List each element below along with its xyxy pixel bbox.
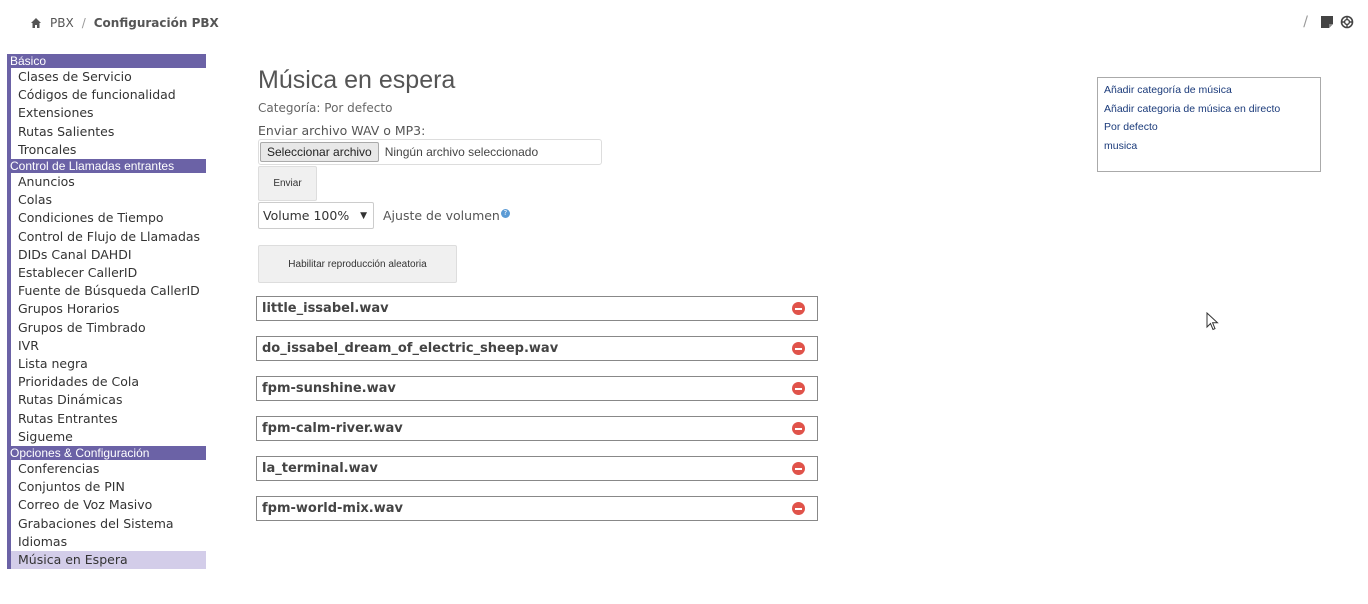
- dropdown-arrow-icon: ▼: [360, 210, 367, 221]
- category-label: Categoría: Por defecto: [258, 101, 393, 115]
- top-bar: PBX / Configuración PBX /: [0, 0, 1368, 48]
- delete-icon[interactable]: [792, 382, 805, 395]
- add-music-category-link[interactable]: Añadir categoría de música: [1104, 84, 1314, 97]
- sidebar-item-rutas-salientes[interactable]: Rutas Salientes: [7, 122, 206, 141]
- delete-icon[interactable]: [792, 502, 805, 515]
- main-content: Música en espera Categoría: Por defecto …: [258, 64, 858, 283]
- file-name: do_issabel_dream_of_electric_sheep.wav: [262, 341, 559, 356]
- sidebar-item-sigueme[interactable]: Sigueme: [7, 427, 206, 447]
- sidebar-item-clases-de-servicio[interactable]: Clases de Servicio: [7, 68, 206, 87]
- sidebar-item-codigos-de-funcionalidad[interactable]: Códigos de funcionalidad: [7, 86, 206, 105]
- sidebar-item-troncales[interactable]: Troncales: [7, 140, 206, 160]
- category-link-musica[interactable]: musica: [1104, 140, 1314, 153]
- breadcrumb-pbx[interactable]: PBX: [50, 16, 74, 30]
- sidebar-section-opciones[interactable]: Opciones & Configuración: [7, 446, 206, 461]
- sidebar-item-conjuntos-de-pin[interactable]: Conjuntos de PIN: [7, 478, 206, 497]
- sidebar-item-prioridades-de-cola[interactable]: Prioridades de Cola: [7, 373, 206, 392]
- sidebar-item-grupos-horarios[interactable]: Grupos Horarios: [7, 300, 206, 319]
- breadcrumb-separator: /: [81, 16, 86, 30]
- delete-icon[interactable]: [792, 422, 805, 435]
- volume-row: Volume 100% ▼ Ajuste de volumen?: [258, 202, 858, 229]
- note-icon[interactable]: [1320, 15, 1334, 29]
- sidebar-item-anuncios[interactable]: Anuncios: [7, 173, 206, 192]
- breadcrumb: PBX / Configuración PBX: [30, 16, 219, 30]
- sidebar-section-basico[interactable]: Básico: [7, 54, 206, 68]
- breadcrumb-current[interactable]: Configuración PBX: [94, 16, 219, 30]
- select-file-button[interactable]: Seleccionar archivo: [260, 142, 379, 162]
- delete-icon[interactable]: [792, 462, 805, 475]
- volume-value: Volume 100%: [263, 208, 350, 223]
- delete-icon[interactable]: [792, 342, 805, 355]
- sidebar-item-grabaciones-del-sistema[interactable]: Grabaciones del Sistema: [7, 514, 206, 533]
- sidebar-item-dids-canal-dahdi[interactable]: DIDs Canal DAHDI: [7, 245, 206, 265]
- sidebar-item-ivr[interactable]: IVR: [7, 336, 206, 356]
- sidebar-item-extensiones[interactable]: Extensiones: [7, 104, 206, 123]
- volume-label: Ajuste de volumen?: [383, 208, 510, 223]
- file-row: fpm-sunshine.wav: [256, 376, 818, 401]
- sidebar-item-musica-en-espera[interactable]: Música en Espera: [7, 551, 206, 570]
- file-input[interactable]: Seleccionar archivo Ningún archivo selec…: [258, 139, 602, 165]
- sidebar-item-fuente-de-busqueda[interactable]: Fuente de Búsqueda CallerID: [7, 282, 206, 301]
- home-icon[interactable]: [30, 17, 42, 29]
- sidebar-item-rutas-dinamicas[interactable]: Rutas Dinámicas: [7, 391, 206, 410]
- file-name: little_issabel.wav: [262, 301, 389, 316]
- enable-shuffle-button[interactable]: Habilitar reproducción aleatoria: [258, 245, 457, 283]
- page-title: Música en espera: [258, 66, 456, 94]
- help-lifebuoy-icon[interactable]: [1340, 15, 1354, 29]
- file-row: little_issabel.wav: [256, 296, 818, 321]
- volume-label-text: Ajuste de volumen: [383, 208, 500, 223]
- sidebar-item-conferencias[interactable]: Conferencias: [7, 460, 206, 479]
- file-name: fpm-sunshine.wav: [262, 381, 396, 396]
- upload-label: Enviar archivo WAV o MP3:: [258, 123, 426, 138]
- sidebar-section-control-de-llamadas[interactable]: Control de Llamadas entrantes: [7, 159, 206, 174]
- sidebar-item-colas[interactable]: Colas: [7, 191, 206, 210]
- sidebar-item-condiciones-de-tiempo[interactable]: Condiciones de Tiempo: [7, 209, 206, 228]
- add-live-music-category-link[interactable]: Añadir categoria de música en directo: [1104, 103, 1314, 116]
- file-name: fpm-world-mix.wav: [262, 501, 403, 516]
- music-file-list: little_issabel.wav do_issabel_dream_of_e…: [256, 296, 818, 536]
- category-link-default[interactable]: Por defecto: [1104, 121, 1314, 134]
- separator: /: [1303, 14, 1308, 30]
- category-panel: Añadir categoría de música Añadir catego…: [1097, 77, 1321, 172]
- top-right-tools: /: [1303, 14, 1354, 30]
- file-row: do_issabel_dream_of_electric_sheep.wav: [256, 336, 818, 361]
- sidebar: Básico Clases de Servicio Códigos de fun…: [7, 54, 206, 570]
- sidebar-item-control-de-flujo[interactable]: Control de Flujo de Llamadas: [7, 227, 206, 246]
- delete-icon[interactable]: [792, 302, 805, 315]
- sidebar-item-rutas-entrantes[interactable]: Rutas Entrantes: [7, 409, 206, 428]
- file-row: fpm-calm-river.wav: [256, 416, 818, 441]
- mouse-cursor-icon: [1206, 312, 1219, 331]
- help-icon[interactable]: ?: [500, 208, 510, 218]
- sidebar-item-establecer-callerid[interactable]: Establecer CallerID: [7, 264, 206, 283]
- sidebar-item-lista-negra[interactable]: Lista negra: [7, 355, 206, 374]
- file-name: fpm-calm-river.wav: [262, 421, 403, 436]
- volume-select[interactable]: Volume 100% ▼: [258, 202, 374, 229]
- sidebar-item-grupos-de-timbrado[interactable]: Grupos de Timbrado: [7, 318, 206, 337]
- file-row: fpm-world-mix.wav: [256, 496, 818, 521]
- file-row: la_terminal.wav: [256, 456, 818, 481]
- sidebar-item-correo-de-voz-masivo[interactable]: Correo de Voz Masivo: [7, 496, 206, 515]
- file-name: la_terminal.wav: [262, 461, 378, 476]
- sidebar-item-idiomas[interactable]: Idiomas: [7, 532, 206, 552]
- send-button[interactable]: Enviar: [258, 166, 317, 201]
- file-status-text: Ningún archivo seleccionado: [384, 145, 539, 159]
